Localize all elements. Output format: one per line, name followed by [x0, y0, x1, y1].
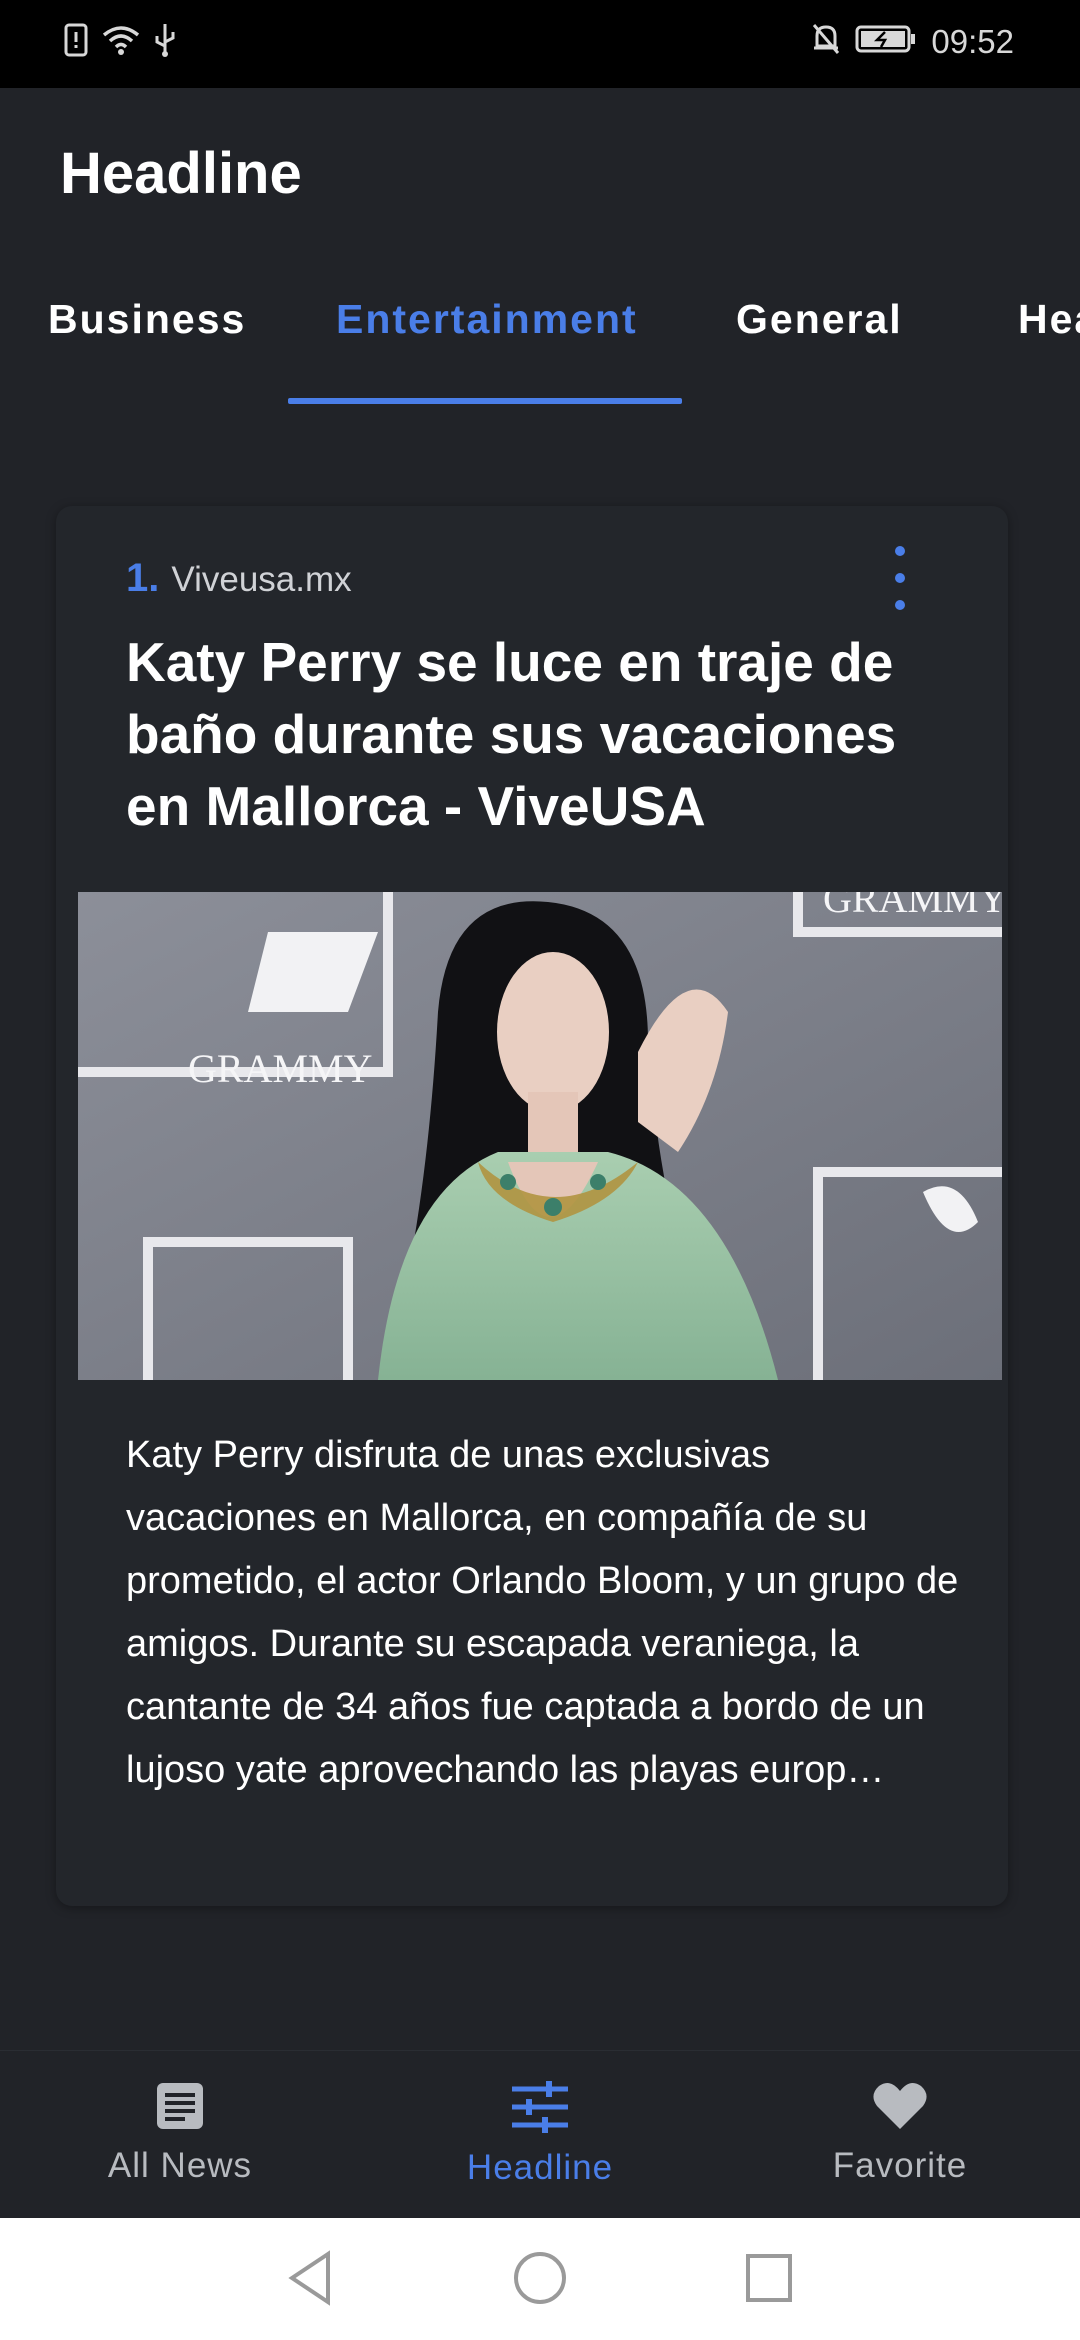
recents-icon[interactable]: [744, 2250, 794, 2311]
tab-business[interactable]: Business: [48, 296, 246, 343]
image-backdrop-text-top: GRAMMY: [823, 892, 1002, 921]
usb-icon: [154, 22, 176, 63]
notifications-off-icon: [811, 22, 841, 61]
battery-charging-icon: [855, 24, 917, 59]
image-backdrop-text: GRAMMY: [188, 1046, 372, 1091]
article-rank: 1.: [126, 556, 160, 600]
heart-icon: [871, 2079, 929, 2138]
tab-general[interactable]: General: [736, 296, 903, 343]
status-left-icons: [64, 22, 176, 63]
status-right-icons: 09:52: [811, 22, 1014, 61]
nav-all-news-label: All News: [107, 2146, 253, 2185]
tune-icon: [510, 2079, 570, 2140]
nav-headline-label: Headline: [466, 2148, 614, 2187]
article-source: Viveusa.mx: [171, 560, 352, 599]
status-time: 09:52: [931, 22, 1014, 60]
article-image: GRAMMY GRAMMY: [78, 892, 1002, 1380]
nav-favorite[interactable]: Favorite: [780, 2079, 1020, 2186]
category-tabs: Business Entertainment General Hea: [0, 258, 1080, 408]
nav-favorite-label: Favorite: [832, 2146, 968, 2185]
bottom-navigation: All News Headline Favorite: [0, 2050, 1080, 2218]
article-icon: [153, 2079, 207, 2138]
system-navigation-bar: [0, 2218, 1080, 2340]
article-card[interactable]: 1. Viveusa.mx Katy Perry se luce en traj…: [56, 506, 1008, 1906]
article-description: Katy Perry disfruta de unas exclusivas v…: [126, 1434, 959, 1791]
page-title: Headline: [60, 141, 302, 206]
tab-entertainment[interactable]: Entertainment: [336, 296, 638, 343]
more-options-icon[interactable]: [880, 546, 920, 610]
app-bar: Headline: [0, 88, 1080, 258]
article-meta: 1. Viveusa.mx: [126, 556, 352, 601]
nav-all-news[interactable]: All News: [60, 2079, 300, 2186]
tab-health[interactable]: Hea: [1018, 296, 1080, 343]
back-icon[interactable]: [286, 2250, 334, 2311]
home-icon[interactable]: [512, 2250, 568, 2311]
active-tab-indicator: [288, 398, 682, 404]
wifi-icon: [102, 23, 140, 62]
nav-headline[interactable]: Headline: [420, 2079, 660, 2188]
sim-alert-icon: [64, 23, 88, 62]
article-title: Katy Perry se luce en traje de baño dura…: [126, 631, 897, 837]
status-bar: 09:52: [0, 0, 1080, 88]
